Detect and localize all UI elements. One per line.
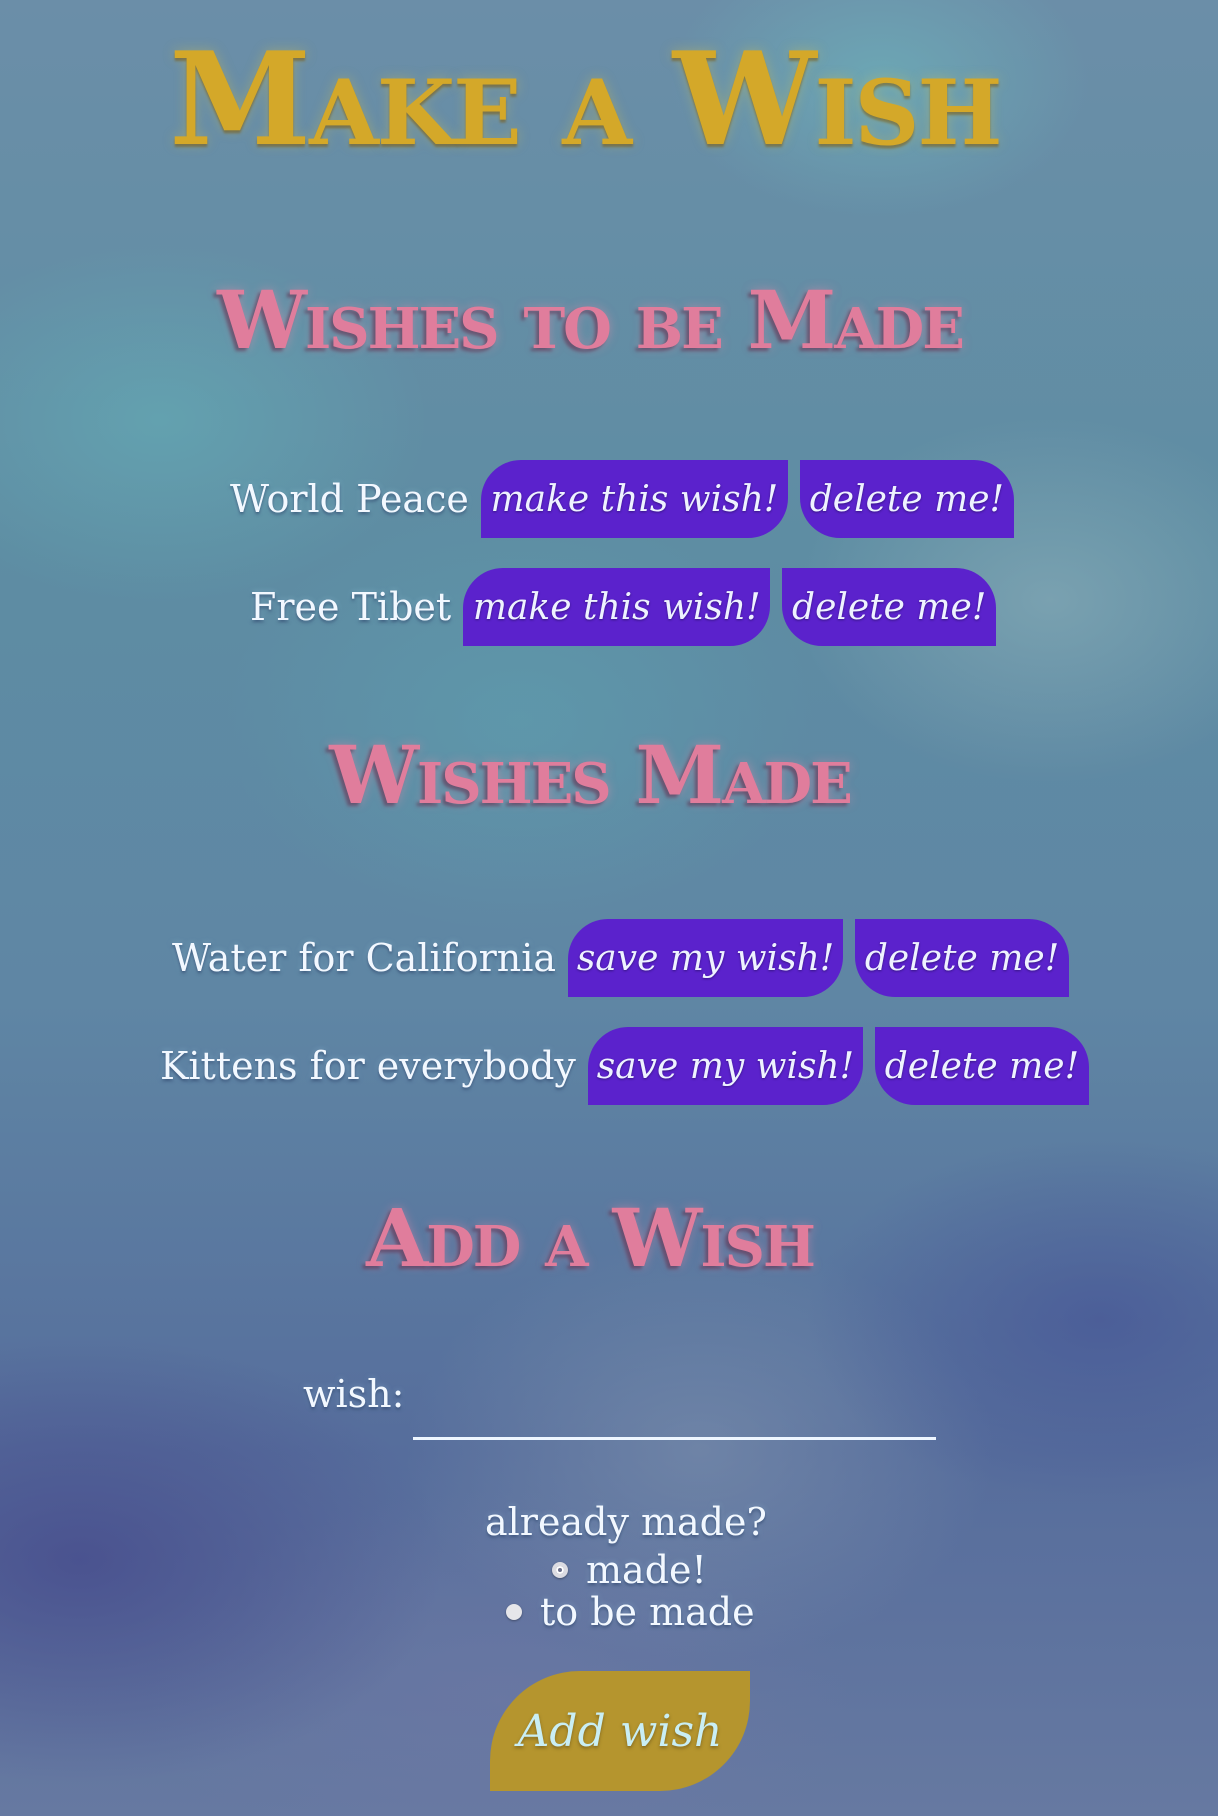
radio-option-made[interactable]: made!	[552, 1548, 707, 1592]
delete-wish-button[interactable]: delete me!	[874, 1027, 1089, 1105]
wish-text: Kittens for everybody	[160, 1044, 576, 1088]
save-wish-button[interactable]: save my wish!	[587, 1027, 863, 1105]
delete-wish-button[interactable]: delete me!	[799, 460, 1014, 538]
wish-row: World Peace make this wish! delete me!	[230, 459, 1014, 539]
radio-label: made!	[586, 1548, 707, 1592]
radio-label: to be made	[540, 1590, 755, 1634]
radio-button-checked[interactable]	[552, 1562, 568, 1578]
wishes-to-be-made-heading: Wishes to be Made	[217, 273, 965, 367]
wish-row: Water for California save my wish! delet…	[172, 918, 1070, 998]
add-wish-button[interactable]: Add wish	[490, 1671, 750, 1791]
wish-input[interactable]	[413, 1360, 936, 1440]
wish-row: Kittens for everybody save my wish! dele…	[160, 1026, 1089, 1106]
save-wish-button[interactable]: save my wish!	[568, 919, 844, 997]
wish-text: Water for California	[172, 936, 557, 980]
delete-wish-button[interactable]: delete me!	[782, 568, 997, 646]
already-made-label: already made?	[485, 1500, 767, 1544]
radio-button-unchecked[interactable]	[506, 1604, 522, 1620]
wishes-made-heading: Wishes Made	[329, 728, 853, 822]
make-wish-button[interactable]: make this wish!	[480, 460, 788, 538]
radio-option-to-be-made[interactable]: to be made	[506, 1590, 755, 1634]
make-wish-button[interactable]: make this wish!	[463, 568, 771, 646]
page-title: Make a Wish	[169, 25, 1002, 175]
wish-text: World Peace	[230, 477, 469, 521]
wish-field-label: wish:	[303, 1372, 405, 1416]
wish-text: Free Tibet	[250, 585, 452, 629]
delete-wish-button[interactable]: delete me!	[855, 919, 1070, 997]
add-wish-heading: Add a Wish	[366, 1191, 816, 1285]
wish-row: Free Tibet make this wish! delete me!	[250, 567, 997, 647]
